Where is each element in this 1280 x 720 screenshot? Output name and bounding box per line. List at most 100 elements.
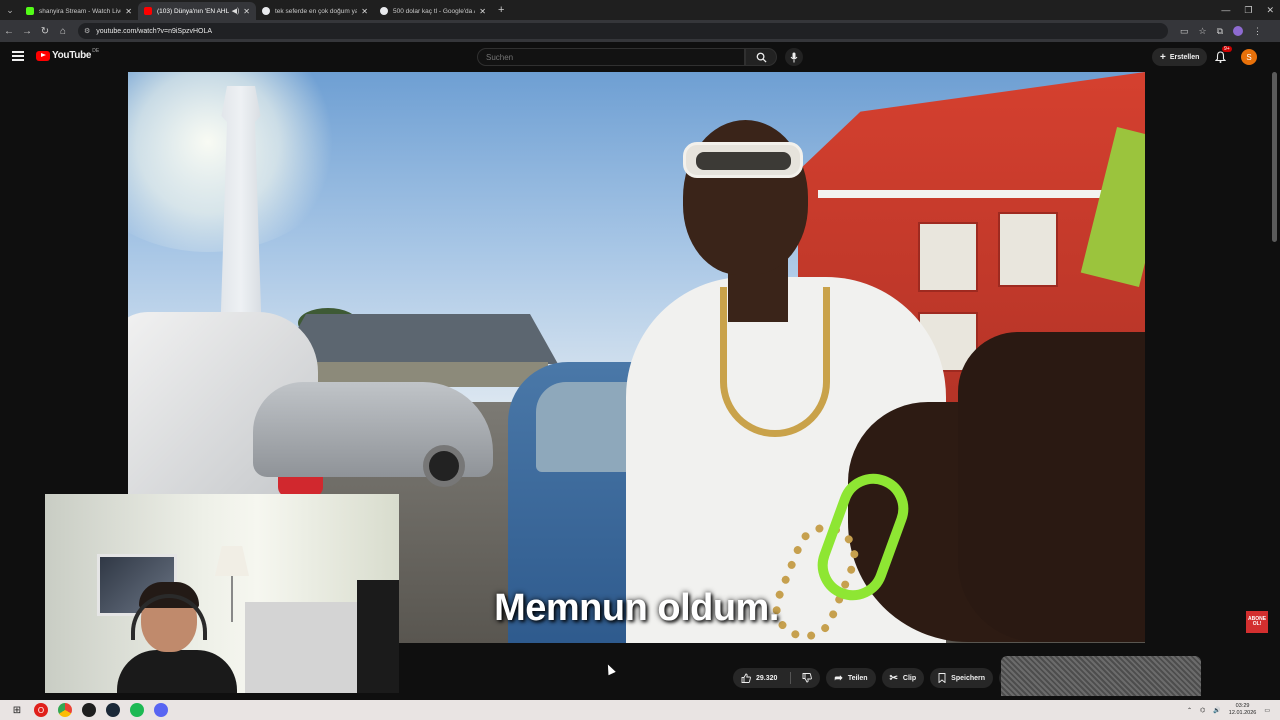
tab-title: tek seferde en çok doğum yaça xyxy=(275,7,358,15)
notification-center-icon[interactable]: ▭ xyxy=(1264,707,1270,714)
extensions-icon[interactable]: ⧉ xyxy=(1217,26,1223,37)
tab-google-search-2[interactable]: 500 dolar kaç tl - Google'da Ar ✕ xyxy=(374,2,492,20)
clip-button[interactable]: ✂ Clip xyxy=(881,668,925,688)
voice-search-button[interactable] xyxy=(785,48,803,66)
tab-title: (103) Dünya'nın 'EN AHLAK xyxy=(157,7,229,15)
bookmark-star-icon[interactable]: ☆ xyxy=(1199,26,1207,37)
kick-favicon-icon xyxy=(26,7,34,15)
tab-google-search-1[interactable]: tek seferde en çok doğum yaça ✕ xyxy=(256,2,374,20)
steam-icon[interactable] xyxy=(106,703,120,717)
notifications-bell-icon[interactable] xyxy=(1215,51,1226,63)
app-icon[interactable] xyxy=(82,703,96,717)
recommended-video-thumbnail[interactable] xyxy=(1001,656,1201,696)
browser-menu-icon[interactable]: ⋮ xyxy=(1253,26,1262,37)
webcam-streamer xyxy=(117,582,237,693)
url-text: youtube.com/watch?v=n9iSpzvHOLA xyxy=(96,27,213,35)
video-scene-sunglasses xyxy=(683,142,803,178)
tab-close-icon[interactable]: ✕ xyxy=(243,7,250,16)
youtube-logo[interactable]: YouTube DE xyxy=(36,47,100,61)
tab-close-icon[interactable]: ✕ xyxy=(125,7,132,16)
video-scene-window xyxy=(998,212,1058,287)
guide-menu-icon[interactable] xyxy=(12,51,24,61)
search-button[interactable] xyxy=(745,48,777,66)
create-label: Erstellen xyxy=(1169,53,1200,61)
browser-toolbar: ← → ↻ ⌂ ⚙ youtube.com/watch?v=n9iSpzvHOL… xyxy=(0,20,1280,42)
google-favicon-icon xyxy=(380,7,388,15)
reload-icon[interactable]: ↻ xyxy=(36,26,54,37)
video-scene-gold-chain xyxy=(720,287,830,437)
tab-kick-stream[interactable]: shanyira Stream - Watch Live o ✕ xyxy=(20,2,138,20)
mouse-cursor-icon xyxy=(604,662,616,676)
page-scrollbar[interactable] xyxy=(1272,72,1277,242)
video-scene-window xyxy=(918,222,978,292)
youtube-favicon-icon xyxy=(144,7,152,15)
video-scene-market-roof xyxy=(278,314,558,364)
like-count: 29.320 xyxy=(756,674,778,682)
tray-chevron-icon[interactable]: ⌃ xyxy=(1187,707,1192,714)
new-tab-plus-icon[interactable]: + xyxy=(498,4,504,16)
youtube-masthead: YouTube DE + Erstellen 9+ S xyxy=(0,42,1280,72)
create-button[interactable]: + Erstellen xyxy=(1152,48,1208,66)
account-avatar[interactable]: S xyxy=(1241,49,1257,65)
system-tray: ⌃ ⌬ 🔊 03:29 12.01.2026 ▭ xyxy=(1187,700,1270,720)
thumbs-down-icon[interactable] xyxy=(802,673,813,683)
clock-date: 12.01.2026 xyxy=(1228,710,1257,716)
tab-close-icon[interactable]: ✕ xyxy=(361,7,368,16)
webcam-shelf xyxy=(245,602,365,693)
address-bar[interactable]: ⚙ youtube.com/watch?v=n9iSpzvHOLA xyxy=(78,23,1168,39)
windows-start-icon[interactable]: ⊞ xyxy=(10,703,24,717)
tab-title: 500 dolar kaç tl - Google'da Ar xyxy=(393,7,476,15)
install-app-icon[interactable]: ▭ xyxy=(1180,26,1189,37)
audio-playing-icon[interactable]: ◀) xyxy=(232,7,240,15)
opera-icon[interactable]: O xyxy=(34,703,48,717)
save-label: Speichern xyxy=(951,674,986,682)
back-arrow-icon[interactable]: ← xyxy=(0,26,18,37)
network-icon[interactable]: ⌬ xyxy=(1200,707,1205,714)
google-favicon-icon xyxy=(262,7,270,15)
window-controls: — ❐ ✕ xyxy=(1221,0,1274,20)
notification-count-badge: 9+ xyxy=(1222,46,1232,52)
like-button[interactable]: 29.320 xyxy=(733,668,821,688)
thumbs-up-icon xyxy=(741,673,751,683)
share-label: Teilen xyxy=(847,674,868,682)
streamer-webcam-overlay xyxy=(45,494,399,693)
browser-tab-strip: ⌄ shanyira Stream - Watch Live o ✕ (103)… xyxy=(0,0,1280,20)
video-scene-balcony xyxy=(818,190,1145,198)
plus-icon: + xyxy=(1160,51,1166,63)
save-button[interactable]: Speichern xyxy=(930,668,994,688)
browser-profile-icon[interactable] xyxy=(1233,26,1244,36)
microphone-icon xyxy=(790,52,798,62)
subscribe-badge: ABONE OL! xyxy=(1246,611,1268,633)
site-info-icon[interactable]: ⚙ xyxy=(84,27,90,35)
search-input[interactable] xyxy=(477,48,745,66)
scissors-icon: ✂ xyxy=(889,672,898,684)
clock[interactable]: 03:29 12.01.2026 xyxy=(1229,703,1257,717)
discord-icon[interactable] xyxy=(154,703,168,717)
webcam-dark-object xyxy=(357,580,399,693)
tab-close-icon[interactable]: ✕ xyxy=(479,7,486,16)
bookmark-icon xyxy=(938,673,946,683)
forward-arrow-icon[interactable]: → xyxy=(18,26,36,37)
video-actions-bar: 29.320 ➦ Teilen ✂ Clip Speichern ⋯ xyxy=(733,668,1020,688)
chrome-icon[interactable] xyxy=(58,703,72,717)
youtube-play-icon xyxy=(36,50,50,61)
clock-time: 03:29 xyxy=(1235,703,1250,709)
region-code: DE xyxy=(92,47,100,54)
maximize-icon[interactable]: ❐ xyxy=(1244,5,1252,16)
close-window-icon[interactable]: ✕ xyxy=(1266,5,1274,16)
windows-taskbar: ⊞ O ⌃ ⌬ 🔊 03:29 12.01.2026 ▭ xyxy=(0,700,1280,720)
home-icon[interactable]: ⌂ xyxy=(54,26,72,37)
webcam-lamp-shade xyxy=(215,546,249,576)
toolbar-actions: ▭ ☆ ⧉ ⋮ xyxy=(1180,26,1262,37)
tab-search-icon[interactable]: ⌄ xyxy=(0,0,20,20)
tab-title: shanyira Stream - Watch Live o xyxy=(39,7,122,15)
share-button[interactable]: ➦ Teilen xyxy=(826,668,876,688)
video-scene-silver-car xyxy=(253,382,493,487)
youtube-wordmark: YouTube xyxy=(52,50,92,61)
tab-youtube-video[interactable]: (103) Dünya'nın 'EN AHLAK ◀) ✕ xyxy=(138,2,256,20)
minimize-icon[interactable]: — xyxy=(1221,5,1230,15)
spotify-icon[interactable] xyxy=(130,703,144,717)
share-arrow-icon: ➦ xyxy=(834,672,843,684)
volume-icon[interactable]: 🔊 xyxy=(1213,707,1220,714)
clip-label: Clip xyxy=(902,674,917,682)
